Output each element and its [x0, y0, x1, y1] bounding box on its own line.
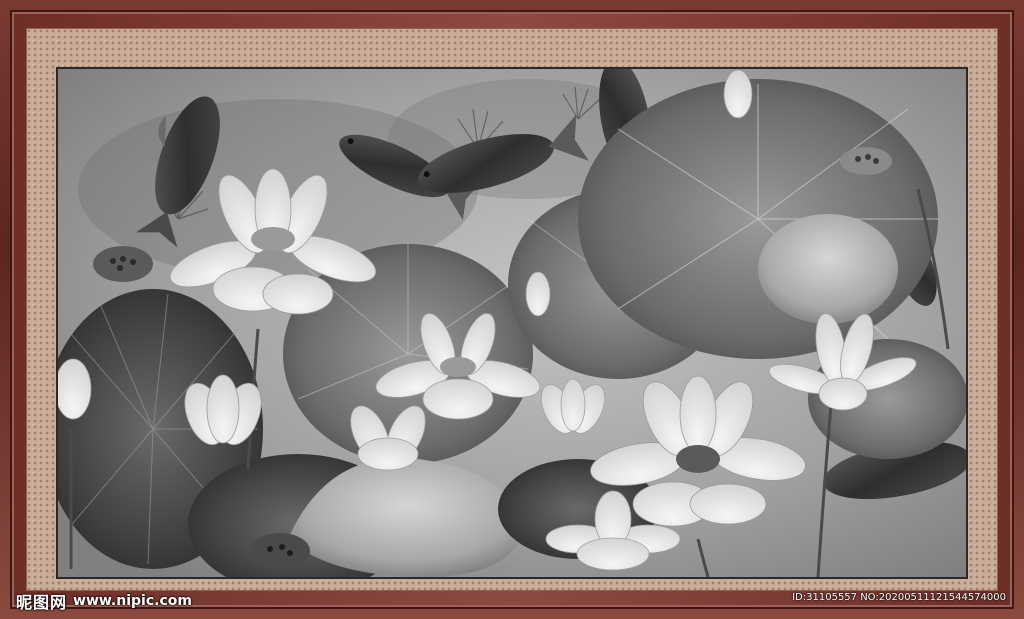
lotus-seed-pod-right	[840, 147, 892, 175]
picture-frame	[0, 0, 1024, 619]
watermark-logo-text: 昵图网	[16, 593, 68, 612]
watermark-image-id: ID:31105557 NO:20200511121544574000	[792, 592, 1006, 603]
watermark-site-url: www.nipic.com	[73, 593, 192, 609]
lotus-leaf-top-right	[578, 79, 938, 359]
lotus-koi-painting	[58, 69, 966, 577]
lotus-bud-center	[525, 271, 551, 317]
lotus-leaf-right-light	[758, 214, 898, 324]
lotus-seed-pod-bottom	[250, 533, 310, 569]
nipic-watermark-logo: 昵图网 www.nipic.com	[16, 590, 192, 612]
lotus-bud-left-edge	[58, 358, 92, 420]
lotus-seed-pod-left	[93, 246, 153, 282]
lotus-bud-top-right	[723, 69, 753, 119]
